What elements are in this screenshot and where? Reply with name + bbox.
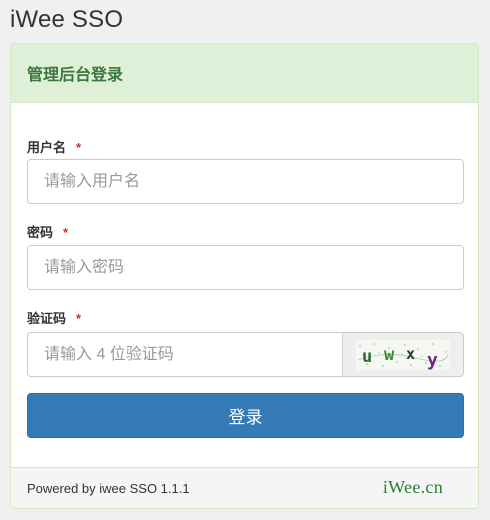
- captcha-char: y: [427, 350, 438, 370]
- password-input[interactable]: [27, 245, 464, 290]
- password-required-mark: *: [63, 225, 69, 240]
- panel-title: 管理后台登录: [27, 67, 124, 84]
- captcha-required-mark: *: [76, 311, 82, 326]
- captcha-char: w: [384, 345, 395, 365]
- app-title: iWee SSO: [10, 6, 124, 33]
- captcha-char: u: [362, 347, 372, 367]
- captcha-input[interactable]: [27, 332, 342, 377]
- panel-footer: Powered by iwee SSO 1.1.1 iWee.cn: [11, 467, 478, 508]
- captcha-image: u w x y: [356, 339, 450, 370]
- iwee-logo: iWee.cn: [382, 477, 443, 497]
- username-label: 用户名 *: [27, 137, 81, 156]
- captcha-char: x: [406, 345, 415, 363]
- username-label-text: 用户名: [27, 140, 67, 155]
- powered-by-text: Powered by iwee SSO 1.1.1: [27, 481, 190, 496]
- password-label-text: 密码: [27, 225, 54, 240]
- captcha-image-button[interactable]: u w x y: [342, 332, 464, 377]
- captcha-label-text: 验证码: [27, 311, 67, 326]
- password-label: 密码 *: [27, 222, 68, 241]
- username-required-mark: *: [76, 140, 82, 155]
- panel-heading: 管理后台登录: [11, 44, 478, 103]
- login-button[interactable]: 登录: [27, 393, 464, 438]
- captcha-label: 验证码 *: [27, 308, 81, 327]
- login-panel: 管理后台登录 用户名 * 密码 * 验证码 *: [10, 43, 479, 509]
- captcha-group: u w x y: [27, 332, 464, 377]
- username-input[interactable]: [27, 159, 464, 204]
